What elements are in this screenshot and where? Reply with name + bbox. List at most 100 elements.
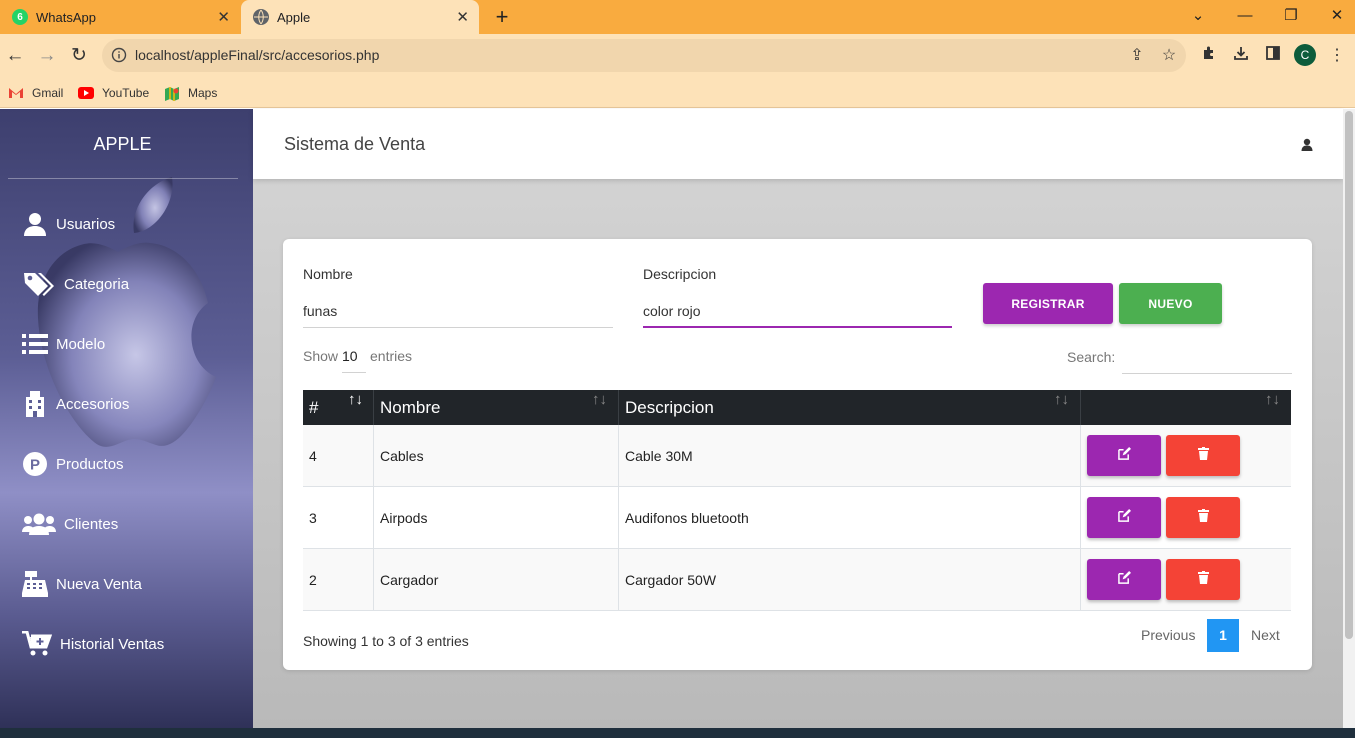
descripcion-input[interactable] — [643, 299, 952, 323]
apple-logo-watermark — [37, 177, 216, 447]
new-tab-button[interactable]: + — [490, 4, 514, 30]
sort-icon[interactable]: ↑↓ — [1265, 391, 1280, 408]
search-label: Search: — [1067, 349, 1116, 365]
share-icon[interactable]: ⇪ — [1126, 45, 1148, 67]
trash-icon — [1197, 570, 1209, 589]
bookmark-label: Maps — [188, 86, 218, 100]
youtube-icon — [78, 87, 94, 99]
delete-button[interactable] — [1166, 497, 1240, 538]
user-icon — [22, 211, 48, 237]
forward-icon[interactable]: → — [35, 44, 59, 68]
scrollbar-thumb[interactable] — [1345, 111, 1353, 639]
cell-nombre: Cargador — [373, 549, 618, 611]
edit-button[interactable] — [1087, 497, 1161, 538]
account-user-icon[interactable] — [1299, 137, 1315, 153]
bookmark-label: YouTube — [102, 86, 150, 100]
maps-icon — [164, 87, 180, 101]
entries-select[interactable]: 10 — [342, 348, 366, 373]
sort-icon[interactable]: ↑↓ — [1054, 391, 1069, 408]
pagination-page-1[interactable]: 1 — [1207, 619, 1239, 652]
column-header-descripcion[interactable]: Descripcion — [618, 390, 1080, 425]
cell-descripcion: Cable 30M — [618, 425, 1080, 487]
menu-kebab-icon[interactable]: ⋮ — [1326, 45, 1348, 67]
cell-id: 3 — [309, 510, 317, 526]
sidebar-item-accesorios[interactable]: Accesorios — [22, 389, 129, 419]
tab-search-icon[interactable]: ⌄ — [1183, 4, 1213, 28]
cell-id: 4 — [309, 448, 317, 464]
bookmark-star-icon[interactable]: ☆ — [1158, 45, 1180, 67]
sidebar-item-productos[interactable]: P Productos — [22, 449, 124, 479]
cash-register-icon — [22, 571, 48, 597]
reload-icon[interactable]: ↻ — [67, 44, 91, 68]
sidebar-item-label: Clientes — [64, 515, 119, 533]
nombre-input[interactable] — [303, 299, 613, 323]
download-icon[interactable] — [1230, 45, 1252, 67]
close-tab-icon[interactable]: ✕ — [217, 8, 230, 26]
bookmark-youtube[interactable]: YouTube — [78, 83, 149, 103]
tab-apple[interactable]: Apple ✕ — [241, 0, 479, 34]
sidebar-item-historial-ventas[interactable]: Historial Ventas — [22, 629, 164, 659]
whatsapp-icon: 6 — [12, 9, 28, 25]
tab-label: Apple — [277, 9, 311, 25]
bookmark-maps[interactable]: Maps — [164, 83, 217, 103]
close-tab-icon[interactable]: ✕ — [456, 8, 469, 26]
side-panel-icon[interactable] — [1262, 45, 1284, 67]
sidebar-item-label: Categoria — [64, 275, 130, 293]
trash-icon — [1197, 508, 1209, 527]
descripcion-label: Descripcion — [643, 266, 717, 282]
edit-icon — [1117, 446, 1131, 465]
search-input[interactable] — [1122, 347, 1292, 371]
column-header-nombre[interactable]: Nombre — [373, 390, 618, 425]
sidebar-item-label: Historial Ventas — [60, 635, 165, 653]
search-underline — [1122, 373, 1292, 374]
tags-icon — [22, 271, 56, 297]
url-text: localhost/appleFinal/src/accesorios.php — [135, 47, 380, 63]
restore-icon[interactable]: ❐ — [1276, 4, 1306, 28]
cart-plus-icon — [22, 631, 52, 657]
delete-button[interactable] — [1166, 559, 1240, 600]
sort-desc-icon[interactable]: ↑↓ — [348, 391, 363, 408]
registrar-button[interactable]: REGISTRAR — [983, 283, 1113, 324]
entries-label: entries — [370, 348, 413, 364]
page-title: Sistema de Venta — [284, 134, 426, 154]
pagination-previous[interactable]: Previous — [1141, 627, 1195, 643]
sidebar-item-label: Usuarios — [56, 215, 116, 233]
sidebar-item-modelo[interactable]: Modelo — [22, 329, 105, 359]
users-icon — [22, 511, 56, 537]
sidebar-item-usuarios[interactable]: Usuarios — [22, 209, 115, 239]
cell-id: 2 — [309, 572, 317, 588]
tab-label: WhatsApp — [36, 9, 96, 25]
cell-nombre: Airpods — [373, 487, 618, 549]
edit-button[interactable] — [1087, 559, 1161, 600]
extensions-icon[interactable] — [1198, 45, 1220, 67]
nuevo-button[interactable]: NUEVO — [1119, 283, 1222, 324]
sidebar-brand[interactable]: APPLE — [0, 134, 245, 155]
list-icon — [22, 331, 48, 357]
globe-icon — [253, 9, 269, 25]
bookmark-gmail[interactable]: Gmail — [8, 83, 63, 103]
edit-button[interactable] — [1087, 435, 1161, 476]
minimize-icon[interactable]: — — [1230, 4, 1260, 28]
sidebar-item-nueva-venta[interactable]: Nueva Venta — [22, 569, 142, 599]
tab-whatsapp[interactable]: 6 WhatsApp ✕ — [0, 0, 240, 34]
bookmark-label: Gmail — [32, 86, 64, 100]
profile-avatar[interactable]: C — [1294, 44, 1316, 66]
site-info-icon[interactable] — [111, 47, 127, 63]
sidebar-divider — [8, 178, 238, 179]
table-info: Showing 1 to 3 of 3 entries — [303, 633, 469, 649]
delete-button[interactable] — [1166, 435, 1240, 476]
column-header-actions[interactable] — [1080, 390, 1291, 425]
back-icon[interactable]: ← — [3, 44, 27, 68]
cell-nombre: Cables — [373, 425, 618, 487]
sort-icon[interactable]: ↑↓ — [592, 391, 607, 408]
sidebar-item-label: Nueva Venta — [56, 575, 142, 593]
cell-descripcion: Cargador 50W — [618, 549, 1080, 611]
close-window-icon[interactable]: ✕ — [1322, 4, 1352, 28]
sidebar-item-categoria[interactable]: Categoria — [22, 269, 129, 299]
sidebar-item-label: Productos — [56, 455, 124, 473]
nombre-underline — [303, 327, 613, 328]
sidebar-item-clientes[interactable]: Clientes — [22, 509, 118, 539]
cell-descripcion: Audifonos bluetooth — [618, 487, 1080, 549]
edit-icon — [1117, 570, 1131, 589]
pagination-next[interactable]: Next — [1251, 627, 1280, 643]
